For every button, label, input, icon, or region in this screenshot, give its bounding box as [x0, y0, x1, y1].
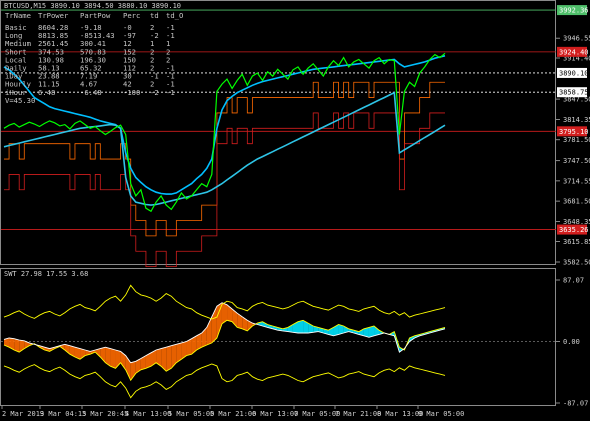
x-tick-label: 9 Mar 05:00	[418, 410, 464, 418]
oscillator-fill-segment	[120, 351, 126, 370]
stats-cell: -2	[150, 88, 159, 97]
y-tick-label: 3582.50	[563, 259, 590, 267]
oscillator-y-tick-label: -87.07	[563, 400, 588, 408]
oscillator-fill-segment	[237, 313, 243, 329]
y-tick-label: 3681.50	[563, 198, 590, 206]
chart-canvas: 3946.553914.403847.503814.353781.503747.…	[0, 0, 590, 418]
oscillator-lower-band	[3, 363, 446, 399]
price-tag-label: 3858.75	[559, 89, 589, 97]
oscillator-fill-segment	[171, 344, 177, 369]
price-tag-label: 3890.10	[559, 69, 589, 77]
oscillator-fill-segment	[216, 302, 222, 338]
y-tick-label: 3714.55	[563, 177, 590, 185]
price-tag-label: 3992.36	[559, 7, 589, 15]
stats-cell: 6.48	[38, 88, 55, 97]
oscillator-y-tick-label: 0.00	[563, 338, 580, 346]
main-chart-title: BTCUSD,M15 3890.10 3894.50 3880.10 3890.…	[4, 2, 181, 10]
x-tick-label: 7 Mar 05:00	[294, 410, 340, 418]
x-tick-label: 3 Mar 20:45	[82, 410, 128, 418]
y-tick-label: 3615.85	[563, 238, 590, 246]
stats-header-cell: PartPow	[80, 11, 111, 20]
x-tick-label: 3 Mar 04:15	[40, 410, 86, 418]
stats-header-cell: Perc	[123, 11, 140, 20]
y-tick-label: 3747.50	[563, 157, 590, 165]
price-tag-label: 3795.10	[559, 128, 589, 136]
stats-cell: -100	[123, 88, 140, 97]
x-tick-label: 4 Mar 13:00	[125, 410, 171, 418]
x-tick-label: 8 Mar 13:00	[377, 410, 423, 418]
x-tick-label: 7 Mar 21:00	[335, 410, 381, 418]
y-tick-label: 3781.50	[563, 136, 590, 144]
x-tick-label: 5 Mar 21:00	[210, 410, 256, 418]
stats-cell: -6.48	[80, 88, 102, 97]
oscillator-y-tick-label: 87.07	[563, 277, 584, 285]
stats-header-cell: TrPower	[38, 11, 69, 20]
deep-support-step-line	[4, 112, 445, 268]
oscillator-fill-segment	[166, 345, 172, 372]
stats-table: TrName TrPower PartPow Perc td td_OBasic 8604.…	[5, 11, 183, 105]
x-tick-label: 5 Mar 05:00	[168, 410, 214, 418]
oscillator-fill-segment	[206, 316, 212, 346]
oscillator-fill-segment	[298, 320, 304, 334]
oscillator-fill-segment	[110, 348, 116, 369]
oscillator-y-axis: 87.07 0.00 -87.07	[556, 277, 588, 408]
y-tick-label: 3946.55	[563, 35, 590, 43]
stats-header-cell: td	[150, 11, 159, 20]
price-tag-label: 3924.40	[559, 48, 589, 56]
x-tick-label: 6 Mar 13:00	[252, 410, 298, 418]
sub-panel-frame	[0, 268, 556, 406]
y-tick-label: 3814.35	[563, 116, 590, 124]
stats-footer: V=45.30	[5, 96, 35, 105]
stats-cell: -1	[166, 88, 175, 97]
x-axis-ticks: 2 Mar 20193 Mar 04:153 Mar 20:454 Mar 13…	[1, 405, 464, 418]
moving-average-fast	[3, 55, 446, 195]
oscillator-title: SWT 27.98 17.55 3.68	[4, 270, 88, 278]
oscillator-fills	[1, 302, 556, 381]
stats-header-cell: TrName	[5, 11, 31, 20]
stats-header-cell: td_O	[166, 11, 183, 20]
x-tick-label: 2 Mar 2019	[2, 410, 44, 418]
price-tag-label: 3635.26	[559, 226, 589, 234]
